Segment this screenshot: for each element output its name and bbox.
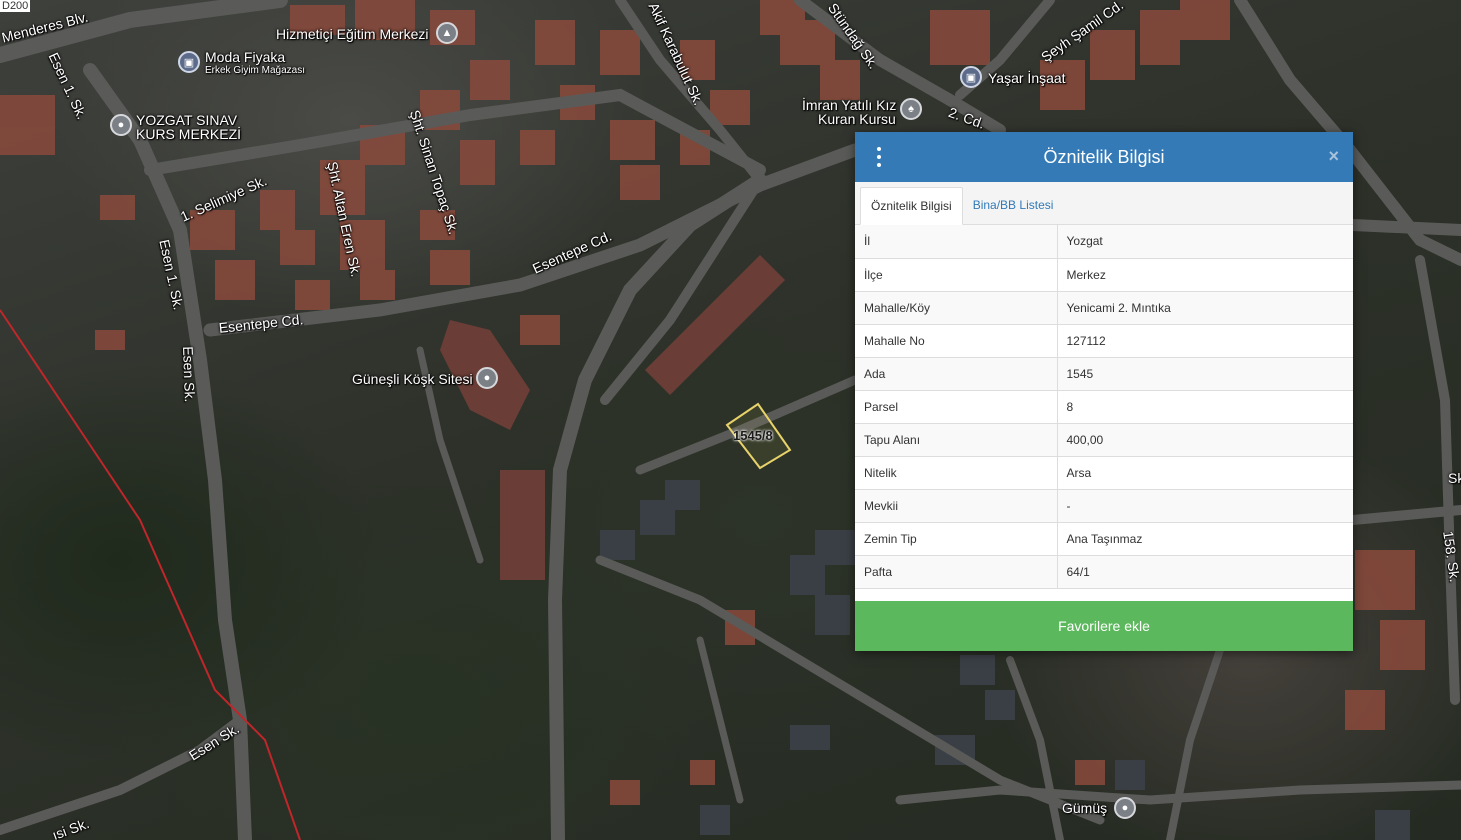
attribute-value: Yenicami 2. Mıntıka bbox=[1057, 291, 1353, 325]
attribute-key: İlçe bbox=[855, 258, 1058, 292]
tab-building-list[interactable]: Bina/BB Listesi bbox=[963, 186, 1064, 224]
place-marker-icon[interactable]: ● bbox=[476, 367, 498, 389]
attribute-value: Arsa bbox=[1057, 456, 1353, 490]
gumus-label[interactable]: Gümüş bbox=[1062, 800, 1107, 816]
table-row: Mahalle No 127112 bbox=[855, 324, 1353, 358]
attribute-key: Mahalle No bbox=[855, 324, 1058, 358]
table-row: Mahalle/Köy Yenicami 2. Mıntıka bbox=[855, 291, 1353, 325]
attribute-key: İl bbox=[855, 225, 1058, 259]
attribute-key: Ada bbox=[855, 357, 1058, 391]
place-marker-icon[interactable]: ● bbox=[110, 114, 132, 136]
close-icon[interactable]: × bbox=[1328, 146, 1339, 166]
attribute-key: Parsel bbox=[855, 390, 1058, 424]
attribute-value: Ana Taşınmaz bbox=[1057, 522, 1353, 556]
attribute-value: 64/1 bbox=[1057, 555, 1353, 589]
attribute-key: Pafta bbox=[855, 555, 1058, 589]
shopping-bag-icon[interactable]: ▣ bbox=[178, 51, 200, 73]
right-edge-street-label: Sk bbox=[1448, 470, 1461, 486]
attribute-value: 400,00 bbox=[1057, 423, 1353, 457]
yozgat-sinav-label-2: KURS MERKEZİ bbox=[136, 126, 242, 142]
attribute-value: 127112 bbox=[1057, 324, 1353, 358]
attribute-table: İl Yozgat İlçe Merkez Mahalle/Köy Yenicami … bbox=[855, 225, 1353, 589]
gunesli-kosk-label[interactable]: Güneşli Köşk Sitesi bbox=[352, 371, 473, 387]
panel-tabs: Öznitelik Bilgisi Bina/BB Listesi bbox=[855, 182, 1353, 225]
table-row: Zemin Tip Ana Taşınmaz bbox=[855, 522, 1353, 556]
table-row: Parsel 8 bbox=[855, 390, 1353, 424]
construction-shop-icon[interactable]: ▣ bbox=[960, 66, 982, 88]
vertical-ellipsis-icon[interactable] bbox=[873, 147, 885, 167]
attribute-value: 8 bbox=[1057, 390, 1353, 424]
hizmetici-label[interactable]: Hizmetiçi Eğitim Merkezi bbox=[276, 26, 428, 42]
table-row: İl Yozgat bbox=[855, 225, 1353, 259]
attribute-value: Yozgat bbox=[1057, 225, 1353, 259]
table-row: İlçe Merkez bbox=[855, 258, 1353, 292]
panel-title: Öznitelik Bilgisi bbox=[1043, 146, 1165, 167]
attribute-key: Mevkii bbox=[855, 489, 1058, 523]
attribute-key: Tapu Alanı bbox=[855, 423, 1058, 457]
attribute-value: Merkez bbox=[1057, 258, 1353, 292]
table-row: Ada 1545 bbox=[855, 357, 1353, 391]
yasar-insaat-label[interactable]: Yaşar İnşaat bbox=[988, 70, 1066, 86]
table-row: Mevkii - bbox=[855, 489, 1353, 523]
mosque-icon[interactable]: ♠ bbox=[900, 98, 922, 120]
attribute-key: Zemin Tip bbox=[855, 522, 1058, 556]
attribute-key: Nitelik bbox=[855, 456, 1058, 490]
table-row: Tapu Alanı 400,00 bbox=[855, 423, 1353, 457]
school-icon[interactable]: ▲ bbox=[436, 22, 458, 44]
moda-fiyaka-sublabel: Erkek Giyim Mağazası bbox=[205, 65, 306, 76]
place-marker-icon[interactable]: ● bbox=[1114, 797, 1136, 819]
tab-attribute-info[interactable]: Öznitelik Bilgisi bbox=[860, 187, 963, 225]
imran-kuran-label-2: Kuran Kursu bbox=[818, 111, 896, 127]
attribute-value: 1545 bbox=[1057, 357, 1353, 391]
attribute-value: - bbox=[1057, 489, 1353, 523]
esen-street-label: Esen Sk. bbox=[180, 346, 198, 403]
route-shield: D200 bbox=[0, 0, 31, 12]
attribute-key: Mahalle/Köy bbox=[855, 291, 1058, 325]
add-to-favorites-button[interactable]: Favorilere ekle bbox=[855, 601, 1353, 651]
attribute-info-panel: Öznitelik Bilgisi × Öznitelik Bilgisi Bi… bbox=[855, 132, 1353, 651]
table-row: Nitelik Arsa bbox=[855, 456, 1353, 490]
parcel-label[interactable]: 1545/8 bbox=[733, 428, 773, 443]
moda-fiyaka-label[interactable]: Moda Fiyaka bbox=[205, 49, 285, 65]
table-row: Pafta 64/1 bbox=[855, 555, 1353, 589]
panel-header: Öznitelik Bilgisi × bbox=[855, 132, 1353, 182]
